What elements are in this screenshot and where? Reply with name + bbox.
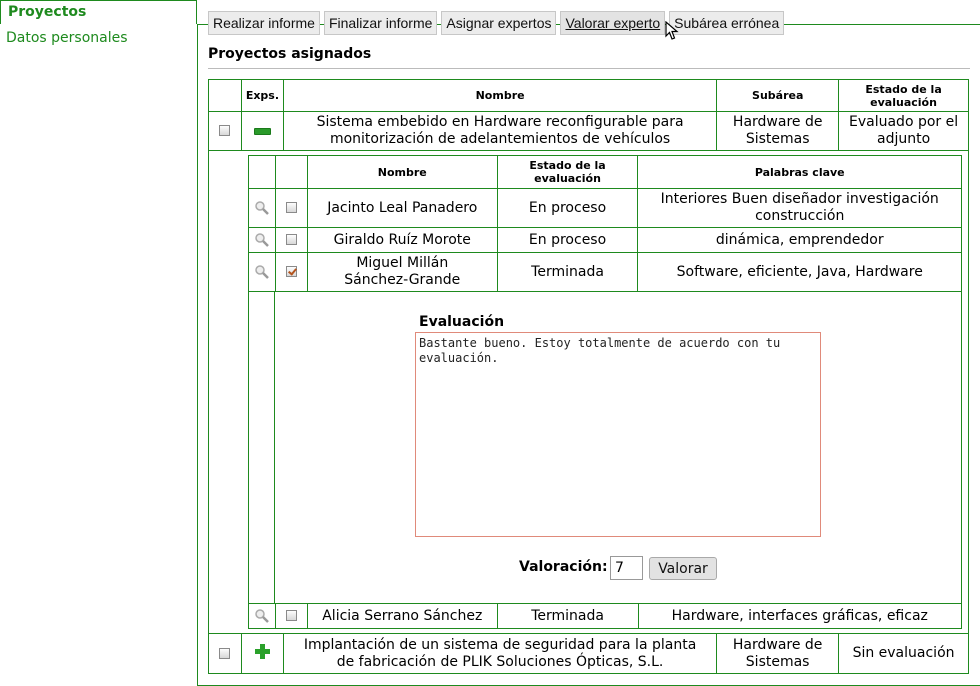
finalizar-informe-button[interactable]: Finalizar informe bbox=[323, 11, 438, 35]
projects-header-row: Exps. Nombre Subárea Estado de la evalua… bbox=[208, 79, 969, 112]
select-column-header bbox=[208, 79, 242, 112]
evaluation-label: Evaluación bbox=[419, 314, 505, 330]
expert-keywords: dinámica, emprendedor bbox=[637, 227, 962, 253]
projects-table: Exps. Nombre Subárea Estado de la evalua… bbox=[208, 79, 969, 151]
keywords-column-header: Palabras clave bbox=[637, 155, 962, 189]
subarea-erronea-button[interactable]: Subárea errónea bbox=[669, 11, 785, 35]
collapse-minus-icon[interactable] bbox=[253, 127, 271, 135]
table-row: Jacinto Leal Panadero En proceso Interio… bbox=[248, 188, 962, 228]
valorar-button[interactable]: Valorar bbox=[649, 557, 717, 580]
asignar-expertos-button[interactable]: Asignar expertos bbox=[441, 11, 557, 35]
table-row: Alicia Serrano Sánchez Terminada Hardwar… bbox=[248, 603, 962, 629]
project-status: Evaluado por el adjunto bbox=[838, 111, 969, 151]
expert-name-column-header: Nombre bbox=[306, 155, 498, 189]
expert-checkbox[interactable] bbox=[285, 610, 297, 621]
view-column-header bbox=[248, 155, 276, 189]
expert-detail-border bbox=[961, 291, 962, 603]
expand-plus-icon[interactable] bbox=[254, 643, 270, 659]
table-row: Giraldo Ruíz Morote En proceso dinámica,… bbox=[248, 227, 962, 253]
valorar-experto-button[interactable]: Valorar experto bbox=[560, 11, 666, 35]
sidebar-tab-label: Proyectos bbox=[8, 4, 87, 20]
expert-detail-gutter bbox=[248, 291, 275, 603]
rating-input[interactable] bbox=[610, 556, 643, 580]
expert-status: En proceso bbox=[496, 227, 639, 253]
sidebar-item-datos-personales[interactable]: Datos personales bbox=[6, 30, 128, 46]
realizar-informe-button[interactable]: Realizar informe bbox=[208, 11, 320, 35]
table-row: Implantación de un sistema de seguridad … bbox=[208, 633, 969, 674]
exps-column-header: Exps. bbox=[240, 79, 284, 112]
project-name: Sistema embebido en Hardware reconfigura… bbox=[282, 111, 718, 151]
expert-name: Giraldo Ruíz Morote bbox=[306, 227, 498, 253]
expert-checkbox[interactable] bbox=[285, 266, 297, 277]
experts-header-row: Nombre Estado de la evaluación Palabras … bbox=[248, 155, 962, 189]
expert-keywords: Hardware, interfaces gráficas, eficaz bbox=[637, 603, 962, 629]
status-column-header: Estado de la evaluación bbox=[838, 79, 969, 112]
experts-table: Nombre Estado de la evaluación Palabras … bbox=[248, 155, 962, 292]
expert-name: Alicia Serrano Sánchez bbox=[306, 603, 498, 629]
expert-checkbox[interactable] bbox=[285, 202, 297, 213]
table-row: Miguel Millán Sánchez-Grande Terminada S… bbox=[248, 252, 962, 292]
projects-table-second-row: Implantación de un sistema de seguridad … bbox=[208, 633, 969, 674]
project-subarea: Hardware de Sistemas bbox=[716, 111, 840, 151]
magnifier-icon[interactable] bbox=[254, 232, 270, 248]
expert-name: Miguel Millán Sánchez-Grande bbox=[306, 252, 498, 292]
expert-status: Terminada bbox=[496, 603, 639, 629]
table-row: Sistema embebido en Hardware reconfigura… bbox=[208, 111, 969, 151]
project-subarea: Hardware de Sistemas bbox=[716, 633, 840, 674]
expert-status: Terminada bbox=[496, 252, 639, 292]
subarea-column-header: Subárea bbox=[716, 79, 840, 112]
magnifier-icon[interactable] bbox=[254, 200, 270, 216]
rating-label: Valoración: bbox=[519, 559, 608, 575]
section-divider bbox=[208, 68, 970, 69]
section-title: Proyectos asignados bbox=[208, 46, 372, 62]
evaluation-textarea[interactable]: Bastante bueno. Estoy totalmente de acue… bbox=[415, 332, 821, 537]
sidebar-tab-proyectos[interactable]: Proyectos bbox=[0, 0, 197, 24]
name-column-header: Nombre bbox=[282, 79, 718, 112]
magnifier-icon[interactable] bbox=[254, 608, 270, 624]
toolbar: Realizar informe Finalizar informe Asign… bbox=[208, 11, 785, 35]
expert-checkbox[interactable] bbox=[285, 234, 297, 245]
experts-table-last-row: Alicia Serrano Sánchez Terminada Hardwar… bbox=[248, 603, 962, 629]
expert-name: Jacinto Leal Panadero bbox=[306, 188, 498, 228]
expert-keywords: Interiores Buen diseñador investigación … bbox=[637, 188, 962, 228]
mouse-cursor-icon bbox=[665, 21, 679, 40]
expert-status-column-header: Estado de la evaluación bbox=[496, 155, 639, 189]
project-checkbox[interactable] bbox=[219, 125, 231, 136]
project-name: Implantación de un sistema de seguridad … bbox=[282, 633, 718, 674]
expert-keywords: Software, eficiente, Java, Hardware bbox=[637, 252, 962, 292]
project-checkbox[interactable] bbox=[219, 647, 231, 659]
magnifier-icon[interactable] bbox=[254, 264, 270, 280]
select-column-header bbox=[274, 155, 308, 189]
expert-status: En proceso bbox=[496, 188, 639, 228]
project-status: Sin evaluación bbox=[838, 633, 969, 674]
